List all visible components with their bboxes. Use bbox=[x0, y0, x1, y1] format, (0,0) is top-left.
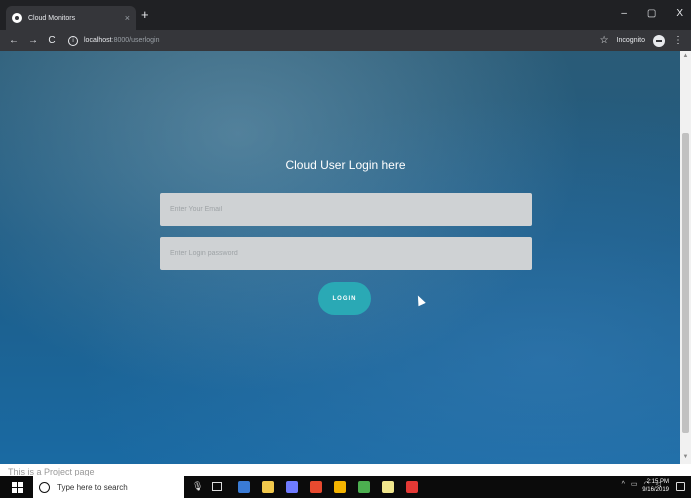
scrollbar-thumb[interactable] bbox=[682, 133, 689, 433]
site-info-icon[interactable]: i bbox=[68, 35, 78, 46]
vertical-scrollbar[interactable]: ▲ ▼ bbox=[680, 51, 691, 464]
chrome-favicon-icon bbox=[12, 13, 22, 23]
email-field[interactable] bbox=[160, 193, 532, 226]
page-title: Cloud User Login here bbox=[285, 158, 406, 172]
reload-icon[interactable]: C bbox=[47, 35, 57, 46]
minimize-button[interactable]: – bbox=[621, 8, 627, 20]
page-viewport: Cloud User Login here LOGIN bbox=[0, 51, 680, 464]
microphone-icon[interactable]: 🎙 bbox=[192, 481, 203, 492]
pdf-reader-icon[interactable] bbox=[406, 481, 418, 493]
footer-text: This is a Project page bbox=[8, 467, 95, 476]
tab-title: Cloud Monitors bbox=[28, 14, 76, 22]
battery-icon[interactable]: ▭ bbox=[631, 480, 638, 488]
password-field[interactable] bbox=[160, 237, 532, 270]
incognito-icon[interactable] bbox=[653, 34, 665, 47]
browser-tab[interactable]: Cloud Monitors × bbox=[6, 6, 136, 30]
notification-center-icon[interactable] bbox=[676, 482, 685, 491]
page-footer: This is a Project page bbox=[0, 464, 680, 476]
scroll-down-arrow-icon[interactable]: ▼ bbox=[682, 454, 689, 462]
task-view-icon[interactable] bbox=[212, 482, 222, 491]
taskbar-search-placeholder: Type here to search bbox=[57, 482, 128, 492]
browser-toolbar-right: ☆ Incognito ⋮ bbox=[600, 33, 683, 48]
chevron-up-icon[interactable]: ^ bbox=[622, 481, 625, 488]
bookmark-star-icon[interactable]: ☆ bbox=[600, 35, 609, 46]
mouse-cursor-icon bbox=[414, 293, 426, 307]
cortana-icon bbox=[39, 481, 50, 493]
taskbar-app-icon[interactable] bbox=[286, 481, 298, 493]
clock-date: 9/16/2019 bbox=[642, 487, 669, 493]
tab-close-icon[interactable]: × bbox=[125, 13, 130, 23]
window-controls: – ▢ X bbox=[621, 8, 683, 20]
url-host: localhost bbox=[84, 37, 112, 44]
close-window-button[interactable]: X bbox=[676, 8, 683, 20]
taskbar-search-box[interactable]: Type here to search bbox=[33, 476, 184, 498]
url-path: :8000/userlogin bbox=[111, 37, 160, 44]
taskbar-app-icon[interactable] bbox=[358, 481, 370, 493]
url-field[interactable]: i localhost :8000/userlogin bbox=[68, 33, 160, 48]
taskbar-app-icon[interactable] bbox=[310, 481, 322, 493]
windows-taskbar: Type here to search 🎙 ^ ▭ ◠ ◁ 2:15 PM 9/… bbox=[0, 476, 691, 498]
vscode-icon[interactable] bbox=[238, 481, 250, 493]
file-explorer-icon[interactable] bbox=[262, 481, 274, 493]
incognito-label: Incognito bbox=[616, 37, 645, 44]
chrome-icon[interactable] bbox=[334, 481, 346, 493]
taskbar-clock[interactable]: 2:15 PM 9/16/2019 bbox=[642, 478, 669, 494]
windows-start-icon[interactable] bbox=[12, 482, 23, 493]
maximize-button[interactable]: ▢ bbox=[647, 8, 656, 20]
back-arrow-icon[interactable]: ← bbox=[9, 35, 19, 46]
notepad-icon[interactable] bbox=[382, 481, 394, 493]
browser-tab-bar: Cloud Monitors × + – ▢ X bbox=[0, 0, 691, 30]
login-button[interactable]: LOGIN bbox=[318, 282, 371, 315]
clock-time: 2:15 PM bbox=[646, 479, 669, 485]
menu-kebab-icon[interactable]: ⋮ bbox=[673, 35, 683, 46]
new-tab-button[interactable]: + bbox=[141, 8, 149, 21]
scroll-up-arrow-icon[interactable]: ▲ bbox=[682, 53, 689, 61]
forward-arrow-icon[interactable]: → bbox=[28, 35, 38, 46]
address-bar: ← → C i localhost :8000/userlogin ☆ Inco… bbox=[0, 30, 691, 51]
